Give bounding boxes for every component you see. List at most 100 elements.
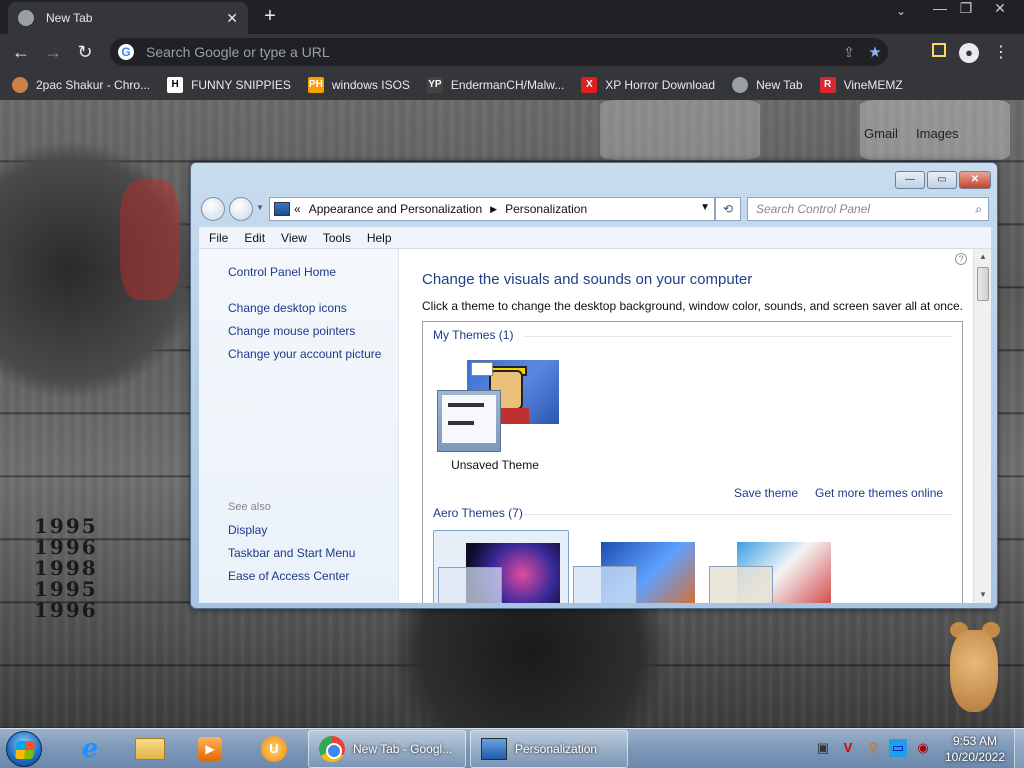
taskbar-button-personalization[interactable]: Personalization xyxy=(470,730,628,768)
bookmark-item[interactable]: H FUNNY SNIPPIES xyxy=(167,77,291,93)
kebab-menu-icon[interactable]: ⋮ xyxy=(990,42,1012,64)
task-pane: Control Panel Home Change desktop icons … xyxy=(199,249,399,603)
taskbar: e ▶ U New Tab - Googl... Personalization… xyxy=(0,728,1024,768)
start-button[interactable] xyxy=(6,731,42,767)
reload-icon[interactable]: ↻ xyxy=(74,41,96,63)
search-icon[interactable]: ⌕ xyxy=(975,198,982,220)
minimize-button[interactable]: — xyxy=(895,171,925,189)
close-icon[interactable]: ✕ xyxy=(226,10,238,27)
bookmark-label: 2pac Shakur - Chro... xyxy=(36,78,151,92)
search-placeholder: Search Control Panel xyxy=(756,202,871,216)
network-icon[interactable]: ▣ xyxy=(814,739,832,757)
gmail-link[interactable]: Gmail xyxy=(864,126,898,141)
bookmark-star-icon[interactable]: ★ xyxy=(862,43,888,61)
show-desktop-button[interactable] xyxy=(1014,729,1024,768)
new-tab-button[interactable]: + xyxy=(260,4,280,28)
aero-theme-thumbnail[interactable] xyxy=(705,530,841,603)
display-link[interactable]: Display xyxy=(228,523,267,537)
vertical-scrollbar[interactable]: ▲ ▼ xyxy=(973,249,991,603)
menu-view[interactable]: View xyxy=(281,231,307,245)
close-window-button[interactable]: ✕ xyxy=(959,171,991,189)
address-bar[interactable]: « Appearance and Personalization ▶ Perso… xyxy=(269,197,715,221)
page-description: Click a theme to change the desktop back… xyxy=(422,299,963,313)
forward-arrow-icon[interactable]: → xyxy=(42,41,64,63)
bookmark-item[interactable]: X XP Horror Download xyxy=(581,77,715,93)
bookmark-item[interactable]: R VineMEMZ xyxy=(819,77,903,93)
uc-browser-icon[interactable]: U xyxy=(248,731,300,767)
search-tray-icon[interactable]: ⚲ xyxy=(864,739,882,757)
menu-edit[interactable]: Edit xyxy=(244,231,265,245)
volume-icon[interactable]: ◉ xyxy=(914,739,932,757)
omnibox[interactable]: G Search Google or type a URL ⇪ ★ xyxy=(110,38,888,66)
taskbar-button-chrome[interactable]: New Tab - Googl... xyxy=(308,730,466,768)
get-more-themes-link[interactable]: Get more themes online xyxy=(815,486,943,500)
unsaved-theme-thumbnail[interactable] xyxy=(437,360,561,454)
antivirus-icon[interactable]: V xyxy=(839,739,857,757)
aero-theme-thumbnail[interactable] xyxy=(569,530,705,603)
chrome-icon xyxy=(319,736,345,762)
address-dropdown-icon[interactable]: ▼ xyxy=(700,202,710,213)
recent-pages-dropdown-icon[interactable]: ▼ xyxy=(256,203,264,212)
bookmark-label: FUNNY SNIPPIES xyxy=(191,78,291,92)
change-account-picture-link[interactable]: Change your account picture xyxy=(228,347,381,361)
taskbar-start-menu-link[interactable]: Taskbar and Start Menu xyxy=(228,546,355,560)
hamster-desktop-gadget[interactable] xyxy=(944,616,1006,716)
menu-tools[interactable]: Tools xyxy=(323,231,351,245)
chevron-down-icon[interactable]: ⌄ xyxy=(896,4,906,18)
bookmark-item[interactable]: New Tab xyxy=(732,77,803,93)
bookmark-item[interactable]: PH windows ISOS xyxy=(307,77,410,93)
omnibox-placeholder[interactable]: Search Google or type a URL xyxy=(146,44,836,60)
breadcrumb-personalization[interactable]: Personalization xyxy=(505,202,587,216)
clock[interactable]: 9:53 AM 10/20/2022 xyxy=(938,733,1012,765)
back-button[interactable] xyxy=(201,197,225,221)
control-panel-content: Control Panel Home Change desktop icons … xyxy=(199,249,991,603)
forward-button[interactable] xyxy=(229,197,253,221)
close-window-button[interactable]: ✕ xyxy=(986,0,1014,20)
control-panel-home-link[interactable]: Control Panel Home xyxy=(228,265,336,279)
save-theme-link[interactable]: Save theme xyxy=(734,486,798,500)
scroll-up-icon[interactable]: ▲ xyxy=(974,249,991,265)
main-pane: ? Change the visuals and sounds on your … xyxy=(399,249,991,603)
scroll-down-icon[interactable]: ▼ xyxy=(974,587,991,603)
system-tray: ▣ V ⚲ ▭ ◉ xyxy=(814,739,939,757)
media-player-icon[interactable]: ▶ xyxy=(184,731,236,767)
minimize-button[interactable]: — xyxy=(926,0,954,20)
share-icon[interactable]: ⇪ xyxy=(836,44,862,61)
back-arrow-icon[interactable]: ← xyxy=(10,41,32,63)
chrome-favicon-icon xyxy=(18,10,34,26)
ease-of-access-link[interactable]: Ease of Access Center xyxy=(228,569,349,583)
breadcrumb-separator-icon[interactable]: ▶ xyxy=(490,204,497,215)
search-control-panel-input[interactable]: Search Control Panel ⌕ xyxy=(747,197,989,221)
internet-explorer-icon[interactable]: e xyxy=(64,731,116,767)
bookmark-item[interactable]: YP EndermanCH/Malw... xyxy=(426,77,564,93)
bookmark-label: New Tab xyxy=(756,78,803,92)
taskbar-button-label: New Tab - Googl... xyxy=(353,742,453,756)
side-panel-icon[interactable] xyxy=(928,42,950,64)
images-link[interactable]: Images xyxy=(916,126,959,141)
windows-explorer-icon[interactable] xyxy=(124,731,176,767)
bookmark-item[interactable]: 2pac Shakur - Chro... xyxy=(12,77,150,93)
h-icon: H xyxy=(167,77,184,93)
group-divider xyxy=(523,336,952,337)
window-preview xyxy=(573,566,637,603)
maximize-button[interactable]: ▭ xyxy=(927,171,957,189)
unsaved-theme-label[interactable]: Unsaved Theme xyxy=(445,458,545,472)
help-icon[interactable]: ? xyxy=(955,253,967,265)
change-desktop-icons-link[interactable]: Change desktop icons xyxy=(228,301,347,315)
breadcrumb-appearance[interactable]: Appearance and Personalization xyxy=(309,202,482,216)
chrome-tab[interactable]: New Tab ✕ xyxy=(8,2,248,34)
r-icon: R xyxy=(819,77,836,93)
refresh-button[interactable]: ⟲ xyxy=(715,197,741,221)
menu-file[interactable]: File xyxy=(209,231,228,245)
profile-avatar-icon[interactable]: ● xyxy=(958,42,980,64)
menu-help[interactable]: Help xyxy=(367,231,392,245)
aero-theme-thumbnail[interactable] xyxy=(433,530,569,603)
ph-icon: PH xyxy=(307,77,324,93)
scrollbar-thumb[interactable] xyxy=(977,267,989,301)
address-chevrons[interactable]: « xyxy=(294,202,301,216)
restore-button[interactable]: ❐ xyxy=(952,0,980,20)
see-also-heading: See also xyxy=(228,501,271,513)
clock-time: 9:53 AM xyxy=(952,734,998,748)
change-mouse-pointers-link[interactable]: Change mouse pointers xyxy=(228,324,355,338)
action-center-icon[interactable]: ▭ xyxy=(889,739,907,757)
